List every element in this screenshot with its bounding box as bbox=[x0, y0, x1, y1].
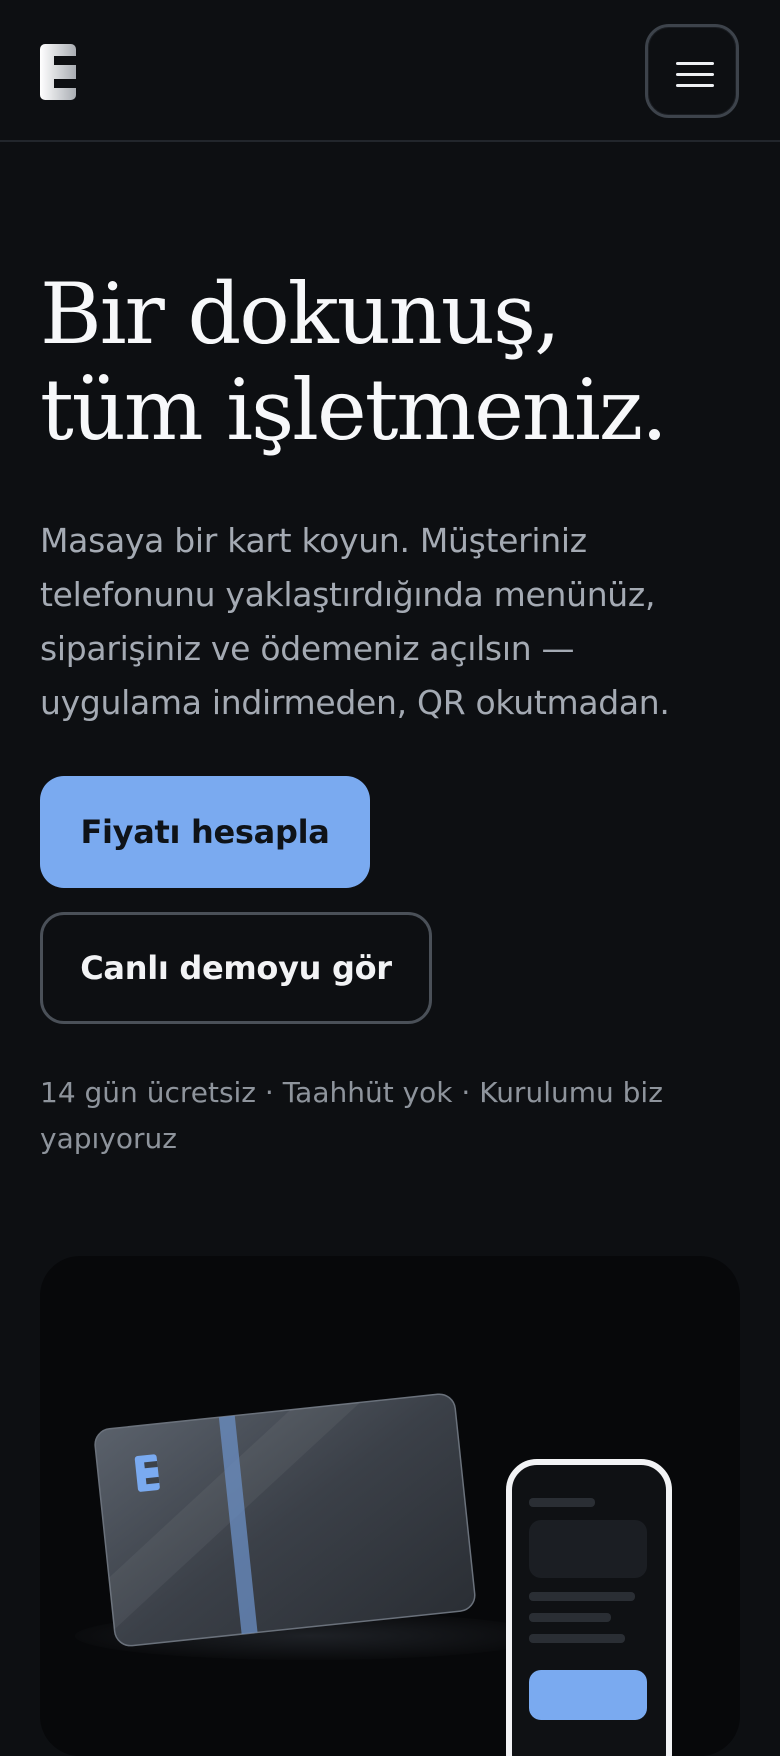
hero-subtitle: Masaya bir kart koyun. Müşteriniz telefo… bbox=[40, 521, 670, 722]
calculate-price-button[interactable]: Fiyatı hesapla bbox=[40, 776, 370, 888]
hero-title-line-2: tüm işletmeniz. bbox=[40, 361, 668, 459]
product-showcase bbox=[40, 1256, 740, 1756]
trust-line: 14 gün ücretsiz · Taahhüt yok · Kurulumu… bbox=[40, 1076, 663, 1155]
hero-title: Bir dokunuş, tüm işletmeniz. bbox=[40, 265, 668, 459]
hero-title-line-1: Bir dokunuş, bbox=[40, 265, 561, 363]
nfc-card-illustration bbox=[94, 1393, 476, 1647]
menu-button[interactable] bbox=[645, 24, 739, 118]
hamburger-menu-icon bbox=[676, 62, 714, 65]
site-header bbox=[0, 0, 780, 142]
phone-illustration bbox=[506, 1459, 672, 1756]
live-demo-button[interactable]: Canlı demoyu gör bbox=[40, 912, 432, 1024]
brand-logo-icon[interactable] bbox=[40, 44, 76, 100]
